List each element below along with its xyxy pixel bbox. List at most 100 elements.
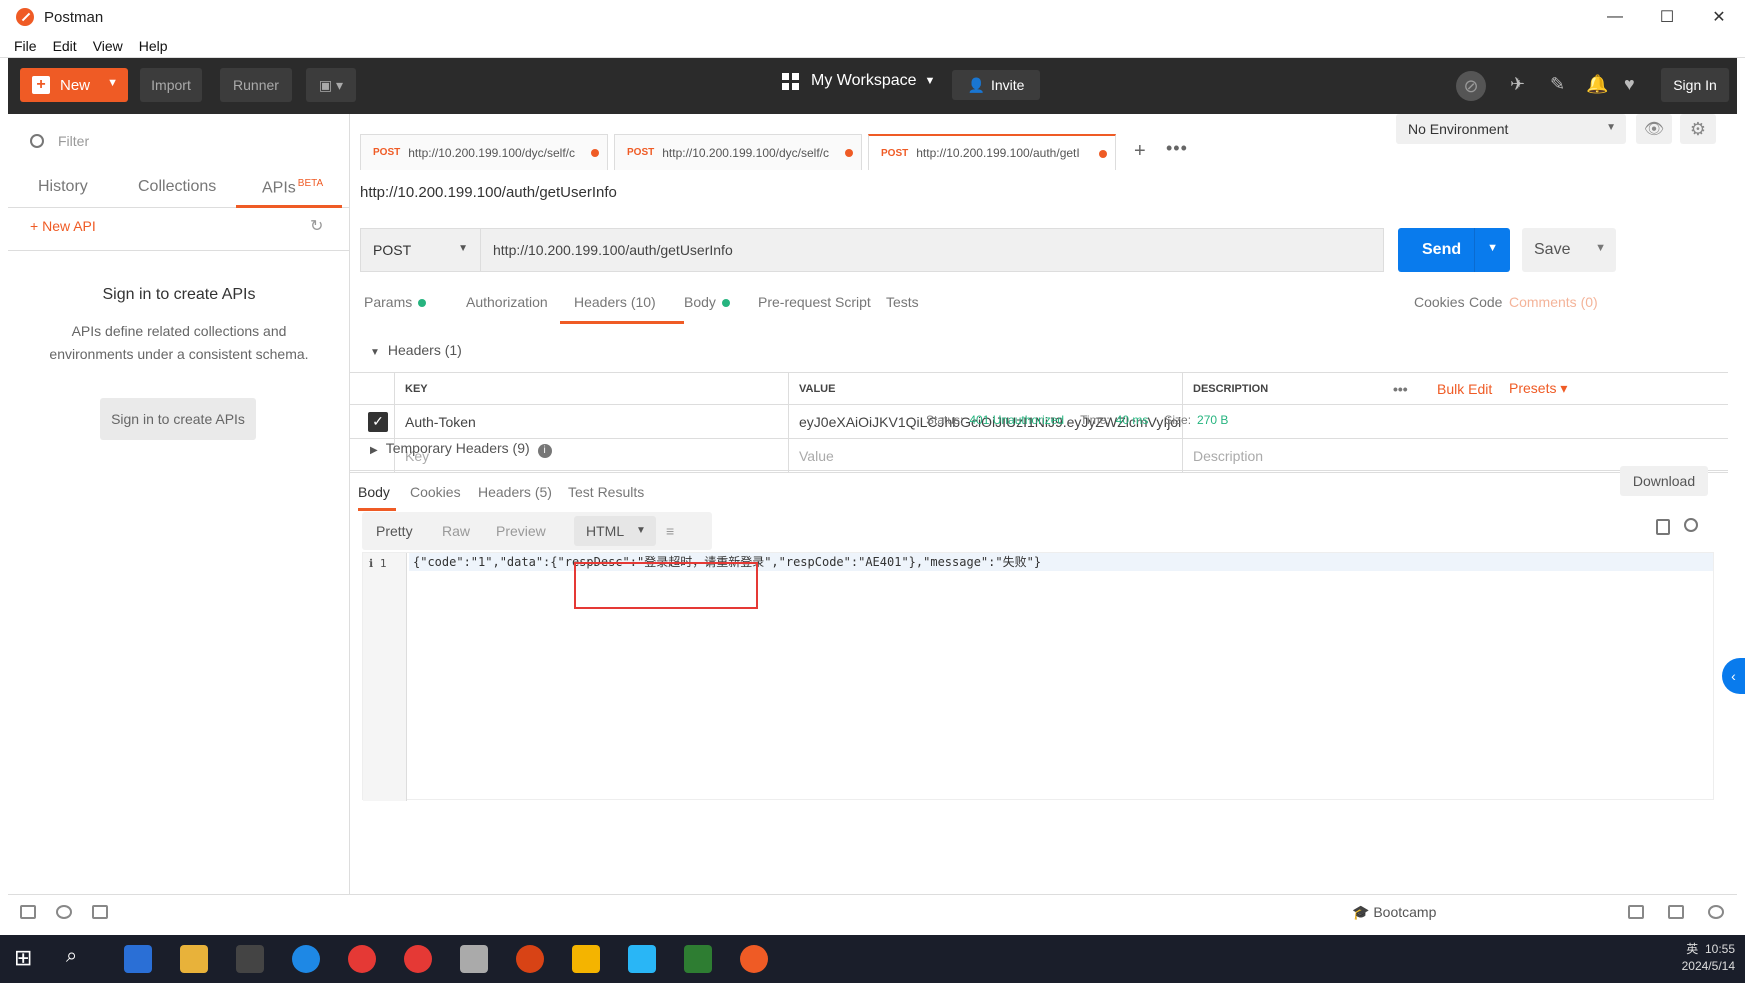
chevron-down-icon[interactable]: ▼ bbox=[1487, 242, 1498, 254]
eye-icon[interactable]: 👁 bbox=[1636, 114, 1672, 144]
satellite-icon[interactable]: ✈ bbox=[1510, 74, 1525, 95]
invite-button[interactable]: 👤 Invite bbox=[952, 70, 1040, 100]
sync-off-icon[interactable]: ⊘ bbox=[1456, 71, 1486, 101]
temporary-headers-toggle[interactable]: ▶ Temporary Headers (9) i bbox=[370, 440, 552, 458]
refresh-icon[interactable]: ↻ bbox=[310, 216, 323, 236]
method-select[interactable]: POST ▼ bbox=[360, 228, 480, 272]
close-button[interactable]: ✕ bbox=[1693, 0, 1745, 34]
cookies-link[interactable]: Cookies bbox=[1414, 294, 1465, 310]
response-tabs: Body Cookies Headers (5) Test Results bbox=[358, 472, 1738, 512]
search-icon[interactable] bbox=[1684, 518, 1698, 532]
tab-response-body[interactable]: Body bbox=[358, 484, 390, 500]
bell-icon[interactable]: 🔔 bbox=[1586, 74, 1608, 95]
tab-test-results[interactable]: Test Results bbox=[568, 484, 644, 500]
response-editor[interactable]: ℹ 1 {"code":"1","data":{"respDesc":"登录超时… bbox=[362, 552, 1714, 801]
runner-button[interactable]: Runner bbox=[220, 68, 292, 102]
tab-collections[interactable]: Collections bbox=[138, 178, 216, 196]
tab-tests[interactable]: Tests bbox=[886, 294, 919, 310]
send-button[interactable]: Send ▼ bbox=[1398, 228, 1510, 272]
chrome-icon[interactable] bbox=[348, 945, 376, 973]
maximize-button[interactable]: ☐ bbox=[1641, 0, 1693, 34]
wrap-lines-icon[interactable]: ≡ bbox=[666, 523, 674, 539]
status-dot bbox=[721, 299, 730, 308]
app-icon[interactable] bbox=[684, 945, 712, 973]
app-icon[interactable] bbox=[572, 945, 600, 973]
two-pane-icon[interactable] bbox=[1628, 905, 1644, 919]
tab-headers[interactable]: Headers (10) bbox=[574, 294, 656, 310]
pretty-button[interactable]: Pretty bbox=[376, 523, 413, 539]
more-tabs-icon[interactable]: ••• bbox=[1166, 138, 1188, 159]
tab-authorization[interactable]: Authorization bbox=[466, 294, 548, 310]
app-icon[interactable] bbox=[460, 945, 488, 973]
copy-icon[interactable] bbox=[1656, 519, 1670, 535]
gear-icon[interactable]: ⚙ bbox=[1680, 114, 1716, 144]
search-icon[interactable]: ⌕ bbox=[66, 945, 94, 973]
console-icon[interactable] bbox=[92, 905, 108, 919]
keyboard-icon[interactable] bbox=[1668, 905, 1684, 919]
download-button[interactable]: Download bbox=[1620, 466, 1708, 496]
menu-view[interactable]: View bbox=[93, 38, 123, 54]
new-button[interactable]: + New ▼ bbox=[20, 68, 128, 102]
clock-time[interactable]: 10:55 bbox=[1705, 942, 1735, 956]
chrome-icon[interactable] bbox=[404, 945, 432, 973]
terminal-icon[interactable] bbox=[236, 945, 264, 973]
tab-response-cookies[interactable]: Cookies bbox=[410, 484, 461, 500]
add-tab-icon[interactable]: + bbox=[1134, 140, 1146, 163]
presets-dropdown[interactable]: Presets ▾ bbox=[1509, 380, 1567, 397]
menu-help[interactable]: Help bbox=[139, 38, 168, 54]
workspace-selector[interactable]: My Workspace ▼ bbox=[782, 72, 935, 90]
postman-taskbar-icon[interactable] bbox=[740, 945, 768, 973]
help-icon[interactable] bbox=[1708, 905, 1724, 919]
language-select[interactable]: HTML ▼ bbox=[574, 516, 656, 546]
capture-icon[interactable]: ✎ bbox=[1550, 74, 1565, 95]
windows-start-icon[interactable]: ⊞ bbox=[14, 945, 42, 973]
info-icon[interactable]: i bbox=[537, 444, 552, 458]
request-tab-active[interactable]: POST http://10.200.199.100/auth/getI bbox=[868, 134, 1116, 170]
url-input[interactable]: http://10.200.199.100/auth/getUserInfo bbox=[480, 228, 1384, 272]
clock-date[interactable]: 2024/5/14 bbox=[1682, 959, 1735, 973]
tab-history[interactable]: History bbox=[38, 178, 88, 196]
new-window-button[interactable]: ▣ ▾ bbox=[306, 68, 356, 102]
save-button[interactable]: Save ▼ bbox=[1522, 228, 1616, 272]
import-button[interactable]: Import bbox=[140, 68, 202, 102]
tab-apis[interactable]: APIs BETA bbox=[262, 178, 323, 197]
chevron-down-icon[interactable]: ▼ bbox=[107, 77, 118, 89]
menu-edit[interactable]: Edit bbox=[53, 38, 77, 54]
description-cell[interactable] bbox=[1182, 405, 1728, 438]
store-icon[interactable] bbox=[124, 945, 152, 973]
raw-button[interactable]: Raw bbox=[442, 523, 470, 539]
filter-input[interactable]: Filter bbox=[30, 126, 330, 156]
key-cell[interactable]: Auth-Token bbox=[394, 405, 788, 438]
tab-prerequest-script[interactable]: Pre-request Script bbox=[758, 294, 871, 310]
sign-in-button[interactable]: Sign In bbox=[1661, 68, 1729, 102]
request-tab[interactable]: POST http://10.200.199.100/dyc/self/c bbox=[360, 134, 608, 170]
environment-select[interactable]: No Environment ▼ bbox=[1396, 114, 1626, 144]
tab-response-headers[interactable]: Headers (5) bbox=[478, 484, 552, 500]
comments-link[interactable]: Comments (0) bbox=[1509, 294, 1598, 310]
code-link[interactable]: Code bbox=[1469, 294, 1502, 310]
time-value: 40 ms bbox=[1115, 413, 1149, 427]
preview-button[interactable]: Preview bbox=[496, 523, 546, 539]
app-icon[interactable] bbox=[516, 945, 544, 973]
input-language[interactable]: 英 bbox=[1686, 942, 1698, 956]
more-icon[interactable]: ••• bbox=[1393, 381, 1408, 397]
checkbox-checked[interactable]: ✓ bbox=[368, 411, 388, 432]
find-icon[interactable] bbox=[56, 905, 72, 919]
heart-icon[interactable]: ♥ bbox=[1624, 74, 1635, 95]
headers-section-toggle[interactable]: ▼ Headers (1) bbox=[370, 342, 462, 358]
file-explorer-icon[interactable] bbox=[180, 945, 208, 973]
new-api-button[interactable]: + New API bbox=[30, 218, 96, 234]
bootcamp-link[interactable]: 🎓 Bootcamp bbox=[1352, 904, 1436, 921]
toggle-sidebar-icon[interactable] bbox=[20, 905, 36, 919]
minimize-button[interactable]: — bbox=[1589, 0, 1641, 34]
app-icon[interactable] bbox=[628, 945, 656, 973]
bulk-edit-link[interactable]: Bulk Edit bbox=[1437, 381, 1492, 397]
tab-body[interactable]: Body bbox=[684, 294, 730, 310]
edge-icon[interactable] bbox=[292, 945, 320, 973]
chevron-down-icon[interactable]: ▼ bbox=[1595, 242, 1606, 254]
menu-file[interactable]: File bbox=[14, 38, 37, 54]
value-input[interactable]: Value bbox=[788, 439, 1182, 472]
request-tab[interactable]: POST http://10.200.199.100/dyc/self/c bbox=[614, 134, 862, 170]
sign-in-create-apis-button[interactable]: Sign in to create APIs bbox=[100, 398, 256, 440]
tab-params[interactable]: Params bbox=[364, 294, 427, 310]
